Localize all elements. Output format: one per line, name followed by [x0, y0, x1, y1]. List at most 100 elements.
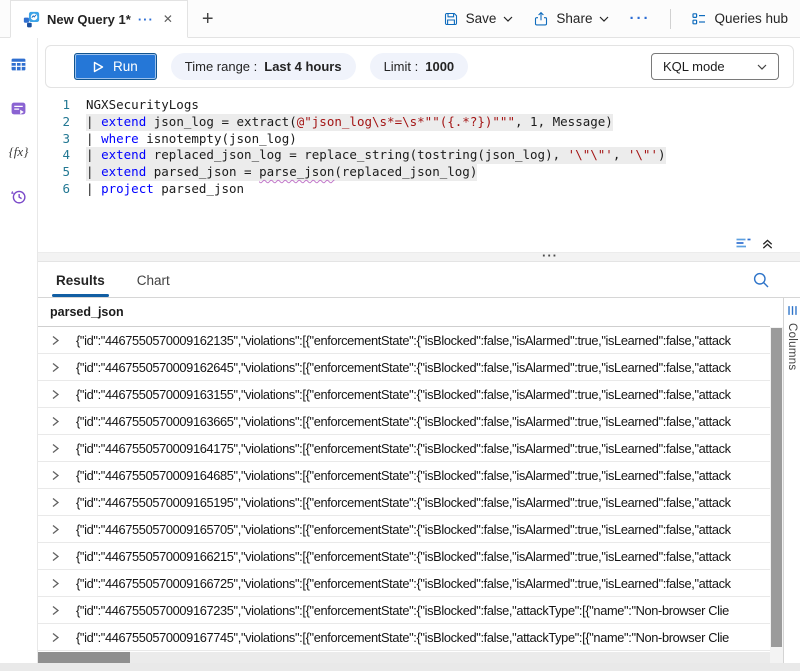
horizontal-scrollbar-thumb[interactable] [38, 652, 130, 663]
expand-chevron-icon[interactable] [51, 362, 61, 373]
editor-footer [38, 234, 800, 252]
limit-value: 1000 [425, 59, 454, 74]
code-line-content: | extend parsed_json = parse_json(replac… [86, 164, 477, 181]
expand-chevron-icon[interactable] [51, 389, 61, 400]
main-area: {fx} Run Time range : [0, 38, 800, 663]
vertical-scrollbar[interactable] [770, 327, 783, 663]
expand-chevron-icon[interactable] [51, 578, 61, 589]
adx-app-icon [23, 11, 40, 28]
splitter-drag-handle[interactable]: ··· [542, 252, 558, 260]
table-row[interactable]: {"id":"4467550570009166725","violations"… [38, 570, 770, 597]
table-row[interactable]: {"id":"4467550570009163665","violations"… [38, 408, 770, 435]
query-mode-value: KQL mode [663, 59, 725, 74]
tab-bar: New Query 1* ··· ✕ + Save [0, 0, 800, 38]
code-line[interactable]: 3 | where isnotempty(json_log) [38, 131, 800, 148]
table-row[interactable]: {"id":"4467550570009165705","violations"… [38, 516, 770, 543]
column-header[interactable]: parsed_json [38, 298, 770, 327]
query-tab[interactable]: New Query 1* ··· ✕ [10, 0, 188, 38]
line-number: 5 [38, 164, 70, 181]
share-chevron-down-icon [599, 16, 609, 22]
expand-chevron-icon[interactable] [51, 443, 61, 454]
expand-chevron-icon[interactable] [51, 524, 61, 535]
functions-icon[interactable]: {fx} [8, 142, 30, 162]
table-row[interactable]: {"id":"4467550570009167745","violations"… [38, 624, 770, 651]
code-line[interactable]: 1 NGXSecurityLogs [38, 97, 800, 114]
vertical-scrollbar-thumb[interactable] [771, 328, 782, 647]
results-tab-strip: Results Chart [38, 262, 800, 298]
columns-icon [787, 305, 798, 316]
expand-chevron-icon[interactable] [51, 551, 61, 562]
code-line-content: | extend json_log = extract(@"json_log\s… [86, 114, 613, 131]
row-json-value: {"id":"4467550570009164175","violations"… [76, 441, 731, 456]
code-line[interactable]: 5 | extend parsed_json = parse_json(repl… [38, 164, 800, 181]
expand-chevron-icon[interactable] [51, 470, 61, 481]
table-row[interactable]: {"id":"4467550570009164685","violations"… [38, 462, 770, 489]
queries-hub-button[interactable]: Queries hub [691, 11, 788, 27]
run-button[interactable]: Run [74, 53, 157, 80]
query-editor[interactable]: 1 NGXSecurityLogs 2 | extend json_log = … [38, 88, 800, 234]
tab-more-icon[interactable]: ··· [138, 12, 154, 27]
expand-chevron-icon[interactable] [51, 416, 61, 427]
row-json-value: {"id":"4467550570009167745","violations"… [76, 630, 729, 645]
row-json-value: {"id":"4467550570009165195","violations"… [76, 495, 731, 510]
row-json-value: {"id":"4467550570009166215","violations"… [76, 549, 731, 564]
share-icon [533, 11, 549, 27]
search-results-icon[interactable] [752, 271, 770, 289]
tab-title: New Query 1* [47, 12, 131, 27]
code-line-content: NGXSecurityLogs [86, 97, 199, 114]
limit-selector[interactable]: Limit : 1000 [370, 53, 469, 80]
table-row[interactable]: {"id":"4467550570009165195","violations"… [38, 489, 770, 516]
table-row[interactable]: {"id":"4467550570009164175","violations"… [38, 435, 770, 462]
toolbar-divider [670, 9, 671, 29]
share-button[interactable]: Share [533, 11, 609, 27]
line-number: 6 [38, 181, 70, 198]
mode-chevron-down-icon [757, 64, 767, 70]
expand-chevron-icon[interactable] [51, 605, 61, 616]
time-range-selector[interactable]: Time range : Last 4 hours [171, 53, 356, 80]
table-row[interactable]: {"id":"4467550570009166215","violations"… [38, 543, 770, 570]
table-row[interactable]: {"id":"4467550570009162645","violations"… [38, 354, 770, 381]
query-history-icon[interactable] [8, 186, 30, 206]
new-tab-button[interactable]: + [202, 9, 214, 29]
code-line[interactable]: 2 | extend json_log = extract(@"json_log… [38, 114, 800, 131]
results-panel: Results Chart parsed_json [38, 262, 800, 663]
tab-bar-actions: Save Share ··· [443, 0, 800, 37]
saved-scripts-icon[interactable] [8, 98, 30, 118]
table-row[interactable]: {"id":"4467550570009162135","violations"… [38, 327, 770, 354]
code-line-content: | extend replaced_json_log = replace_str… [86, 147, 666, 164]
row-json-value: {"id":"4467550570009162135","violations"… [76, 333, 731, 348]
code-line[interactable]: 4 | extend replaced_json_log = replace_s… [38, 147, 800, 164]
row-json-value: {"id":"4467550570009165705","violations"… [76, 522, 731, 537]
tab-chart[interactable]: Chart [135, 265, 172, 297]
panel-splitter[interactable]: ··· [38, 252, 800, 262]
horizontal-scrollbar[interactable] [38, 652, 770, 663]
grid-rows: {"id":"4467550570009162135","violations"… [38, 327, 770, 652]
format-query-icon[interactable] [735, 236, 752, 251]
tab-close-icon[interactable]: ✕ [161, 12, 175, 26]
expand-chevron-icon[interactable] [51, 497, 61, 508]
query-panel: Run Time range : Last 4 hours Limit : 10… [38, 38, 800, 663]
results-body: parsed_json {"id":"4467550570009162135",… [38, 298, 800, 663]
row-json-value: {"id":"4467550570009163665","violations"… [76, 414, 731, 429]
query-mode-dropdown[interactable]: KQL mode [651, 53, 779, 80]
expand-chevron-icon[interactable] [51, 632, 61, 643]
save-chevron-down-icon [503, 16, 513, 22]
play-icon [93, 61, 104, 73]
columns-side-panel[interactable]: Columns [783, 298, 800, 663]
more-actions-button[interactable]: ··· [629, 10, 650, 27]
run-label: Run [113, 59, 138, 74]
tab-results[interactable]: Results [54, 265, 107, 297]
code-line-content: | project parsed_json [86, 181, 244, 198]
columns-panel-label: Columns [786, 323, 798, 370]
queries-hub-icon [691, 11, 707, 27]
table-row[interactable]: {"id":"4467550570009163155","violations"… [38, 381, 770, 408]
code-line[interactable]: 6 | project parsed_json [38, 181, 800, 198]
collapse-editor-icon[interactable] [761, 237, 774, 250]
save-button[interactable]: Save [443, 11, 514, 27]
row-json-value: {"id":"4467550570009164685","violations"… [76, 468, 731, 483]
expand-chevron-icon[interactable] [51, 335, 61, 346]
results-grid: parsed_json {"id":"4467550570009162135",… [38, 298, 770, 663]
tables-icon[interactable] [8, 54, 30, 74]
table-row[interactable]: {"id":"4467550570009167235","violations"… [38, 597, 770, 624]
time-range-label: Time range : [185, 59, 258, 74]
